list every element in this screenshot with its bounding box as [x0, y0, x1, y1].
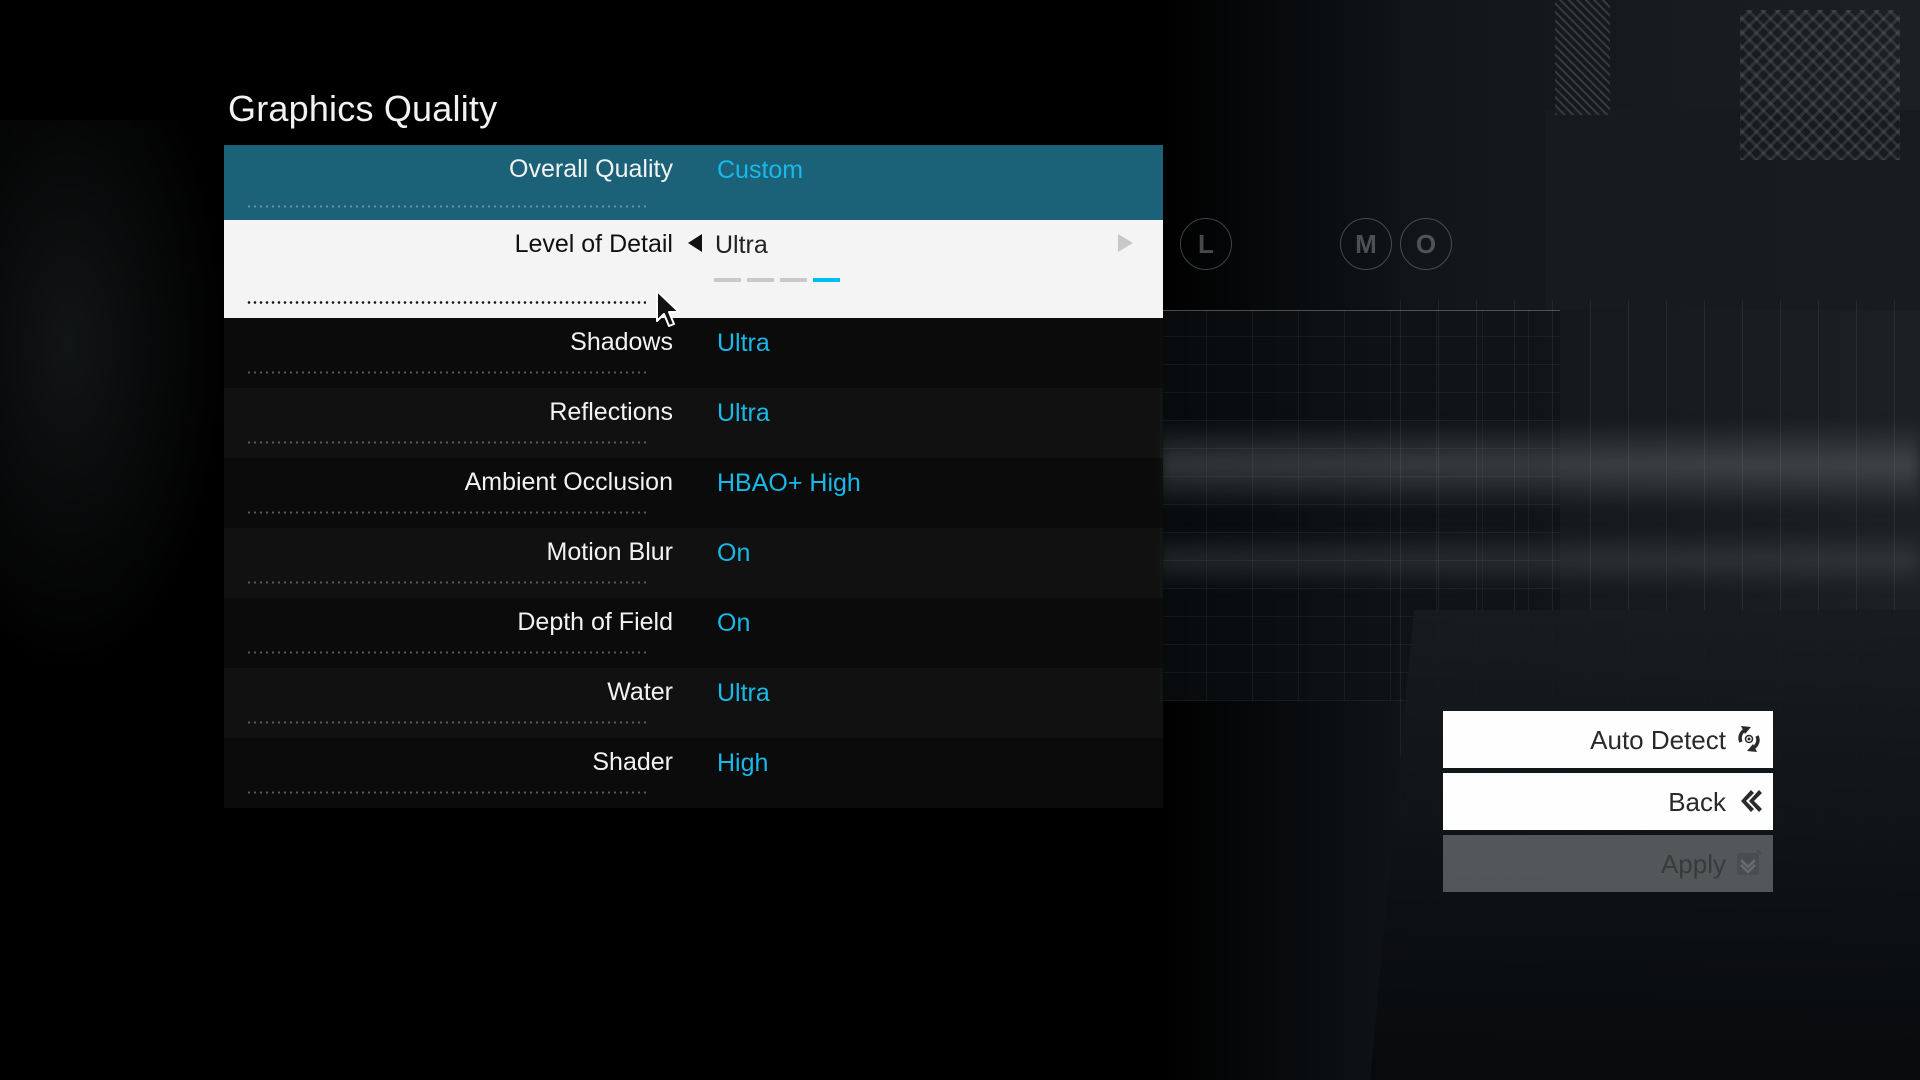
- next-option-arrow-icon[interactable]: [1118, 234, 1133, 252]
- setting-row-shader[interactable]: Shader High: [224, 738, 1163, 808]
- dotted-divider: [246, 205, 646, 208]
- apply-button[interactable]: Apply: [1443, 835, 1773, 892]
- setting-label: Motion Blur: [546, 538, 673, 566]
- setting-value: Ultra: [715, 231, 768, 259]
- background-sign-letter: O: [1400, 218, 1452, 270]
- background-sign-letter: L: [1180, 218, 1232, 270]
- background-sign-letter: M: [1340, 218, 1392, 270]
- dotted-divider: [246, 441, 646, 444]
- dotted-divider: [246, 371, 646, 374]
- setting-row-overall-quality[interactable]: Overall Quality Custom: [224, 145, 1163, 220]
- auto-detect-button[interactable]: Auto Detect: [1443, 711, 1773, 768]
- auto-detect-label: Auto Detect: [1590, 725, 1726, 755]
- previous-option-arrow-icon[interactable]: [688, 234, 702, 252]
- back-button[interactable]: Back: [1443, 773, 1773, 830]
- setting-value: HBAO+ High: [717, 469, 861, 497]
- setting-value: On: [717, 539, 751, 567]
- level-segment: [780, 278, 807, 282]
- setting-row-shadows[interactable]: Shadows Ultra: [224, 318, 1163, 388]
- setting-label: Shadows: [570, 328, 673, 356]
- background-tower: [1555, 0, 1610, 115]
- setting-label: Ambient Occlusion: [464, 468, 673, 496]
- auto-detect-icon: [1738, 726, 1760, 752]
- dotted-divider: [246, 581, 646, 584]
- dotted-divider: [246, 721, 646, 724]
- setting-row-level-of-detail[interactable]: Level of Detail Ultra: [224, 220, 1163, 318]
- setting-row-water[interactable]: Water Ultra: [224, 668, 1163, 738]
- checkbox-icon: [1737, 849, 1762, 875]
- setting-value: On: [717, 609, 751, 637]
- double-chevron-left-icon: [1741, 790, 1762, 812]
- dotted-divider: [246, 651, 646, 654]
- setting-label: Depth of Field: [517, 608, 673, 636]
- setting-value: Ultra: [717, 399, 770, 427]
- level-segment: [714, 278, 741, 282]
- background-lattice: [1740, 10, 1900, 160]
- setting-label: Overall Quality: [509, 155, 673, 183]
- apply-label: Apply: [1660, 849, 1726, 879]
- setting-label: Reflections: [549, 398, 673, 426]
- back-label: Back: [1668, 787, 1726, 817]
- setting-label: Level of Detail: [514, 230, 673, 258]
- setting-value: Ultra: [717, 329, 770, 357]
- setting-value: Ultra: [717, 679, 770, 707]
- dotted-divider: [246, 301, 646, 304]
- dotted-divider: [246, 511, 646, 514]
- level-segment: [747, 278, 774, 282]
- dotted-divider: [246, 791, 646, 794]
- setting-row-depth-of-field[interactable]: Depth of Field On: [224, 598, 1163, 668]
- setting-label: Shader: [592, 748, 673, 776]
- page-title: Graphics Quality: [228, 88, 498, 129]
- mouse-cursor-icon: [656, 290, 680, 327]
- setting-row-motion-blur[interactable]: Motion Blur On: [224, 528, 1163, 598]
- setting-value: Custom: [717, 156, 804, 184]
- settings-list: Overall Quality Custom Level of Detail U…: [224, 145, 1163, 808]
- level-segment-active: [813, 278, 840, 282]
- setting-label: Water: [607, 678, 673, 706]
- level-indicator: [714, 278, 840, 282]
- game-settings-screen: L M O Graphics Quality Overall Quality C…: [0, 0, 1920, 1080]
- setting-value: High: [717, 749, 769, 777]
- setting-row-ambient-occlusion[interactable]: Ambient Occlusion HBAO+ High: [224, 458, 1163, 528]
- action-buttons: Auto Detect Back Apply: [1443, 711, 1773, 897]
- setting-row-reflections[interactable]: Reflections Ultra: [224, 388, 1163, 458]
- background-left-scene: [0, 120, 230, 680]
